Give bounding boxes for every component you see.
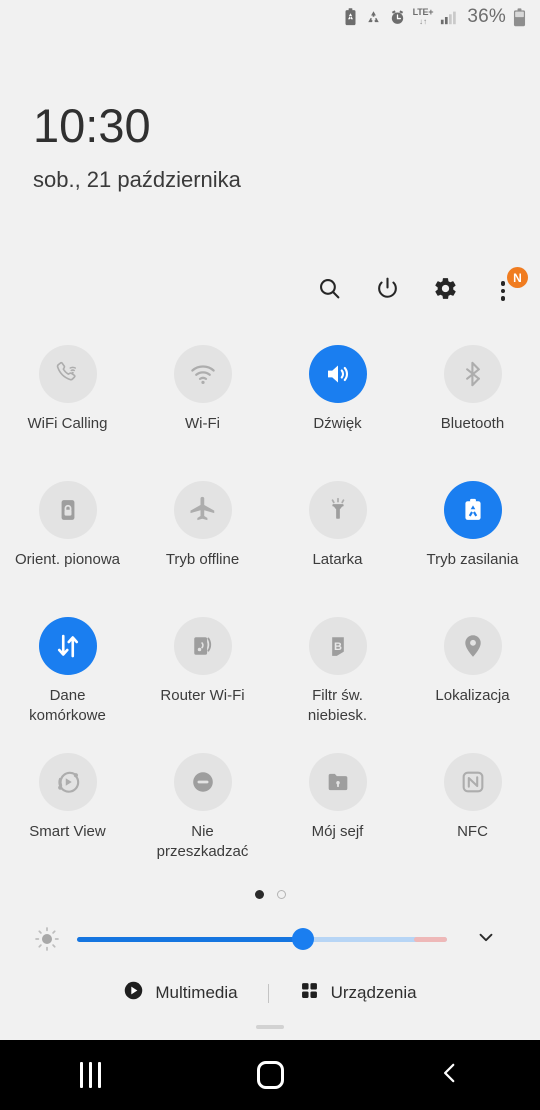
- settings-button[interactable]: [430, 276, 460, 306]
- tile-wifi-calling[interactable]: WiFi Calling: [0, 345, 135, 481]
- tile-label: Orient. pionowa: [14, 551, 121, 568]
- tile-rotation-lock[interactable]: Orient. pionowa: [0, 481, 135, 617]
- do-not-disturb-icon: [173, 753, 232, 811]
- tile-sound[interactable]: Dźwięk: [270, 345, 405, 481]
- brightness-slider[interactable]: [77, 928, 447, 950]
- devices-label: Urządzenia: [330, 983, 417, 1002]
- tile-label: Bluetooth: [440, 415, 505, 432]
- home-button[interactable]: [235, 1040, 305, 1110]
- tile-power-mode[interactable]: Tryb zasilania: [405, 481, 540, 617]
- quick-settings-grid: WiFi Calling Wi-Fi Dźwięk Bluetooth Orie…: [0, 345, 540, 889]
- slider-thumb[interactable]: [291, 928, 314, 950]
- battery-icon: [513, 7, 526, 27]
- wifi-icon: [173, 345, 232, 403]
- power-icon: [375, 276, 400, 306]
- search-button[interactable]: [314, 276, 344, 306]
- tile-hotspot[interactable]: Router Wi-Fi: [135, 617, 270, 753]
- brightness-row: [0, 920, 540, 958]
- clock-date: sob., 21 października: [33, 167, 241, 192]
- tile-location[interactable]: Lokalizacja: [405, 617, 540, 753]
- tile-do-not-disturb[interactable]: Nie przeszkadzać: [135, 753, 270, 889]
- tile-label: Router Wi-Fi: [160, 687, 245, 704]
- recents-icon: [79, 1062, 101, 1088]
- page-dot-active[interactable]: [254, 890, 264, 899]
- tile-smart-view[interactable]: Smart View: [0, 753, 135, 889]
- tile-label: Dane komórkowe: [29, 687, 106, 724]
- tile-label: Filtr św. niebiesk.: [307, 687, 368, 724]
- status-bar: LTE+ ↓↑ 36%: [0, 0, 540, 34]
- nfc-icon: [443, 753, 502, 811]
- phone-screen: LTE+ ↓↑ 36% 10:30 sob., 21 października: [0, 0, 540, 1110]
- clock-time: 10:30: [33, 99, 151, 152]
- devices-button[interactable]: Urządzenia: [291, 976, 425, 1010]
- tile-nfc[interactable]: NFC: [405, 753, 540, 889]
- home-icon: [256, 1061, 284, 1089]
- three-dots-icon: [500, 281, 506, 301]
- header-actions: N: [314, 267, 528, 306]
- slider-warn-zone: [413, 937, 447, 942]
- flashlight-icon: [308, 481, 367, 539]
- tile-mobile-data[interactable]: Dane komórkowe: [0, 617, 135, 753]
- tile-blue-light-filter[interactable]: B Filtr św. niebiesk.: [270, 617, 405, 753]
- tile-wifi[interactable]: Wi-Fi: [135, 345, 270, 481]
- chevron-down-icon: [475, 926, 497, 953]
- media-button[interactable]: Multimedia: [115, 976, 245, 1010]
- tile-airplane-mode[interactable]: Tryb offline: [135, 481, 270, 617]
- tile-label: WiFi Calling: [27, 415, 108, 432]
- panel-footer: Multimedia Urządzenia: [0, 974, 540, 1012]
- sound-icon: [308, 345, 367, 403]
- page-dot[interactable]: [276, 890, 286, 899]
- signal-bars-icon: [440, 9, 458, 25]
- page-indicator: [0, 890, 540, 899]
- grid-dots-icon: [299, 980, 320, 1006]
- tile-label: Mój sejf: [311, 823, 364, 840]
- lte-plus-icon: LTE+ ↓↑: [412, 7, 434, 26]
- tile-label: Lokalizacja: [435, 687, 510, 704]
- power-button[interactable]: [372, 276, 402, 306]
- power-mode-icon: [443, 481, 502, 539]
- search-icon: [317, 276, 342, 306]
- back-icon: [437, 1060, 463, 1091]
- tile-label: NFC: [457, 823, 488, 840]
- status-badge: N: [507, 267, 528, 288]
- media-label: Multimedia: [155, 983, 238, 1002]
- panel-drag-handle[interactable]: [256, 1025, 284, 1029]
- smart-view-icon: [38, 753, 97, 811]
- hotspot-icon: [173, 617, 232, 675]
- recycle-icon: [365, 9, 382, 26]
- tile-label: Smart View: [29, 823, 106, 840]
- svg-text:B: B: [333, 641, 341, 653]
- airplane-icon: [173, 481, 232, 539]
- bluetooth-icon: [443, 345, 502, 403]
- quick-settings-panel: LTE+ ↓↑ 36% 10:30 sob., 21 października: [0, 0, 540, 1040]
- tile-secure-folder[interactable]: Mój sejf: [270, 753, 405, 889]
- gear-icon: [433, 276, 458, 306]
- tile-flashlight[interactable]: Latarka: [270, 481, 405, 617]
- secure-folder-icon: [308, 753, 367, 811]
- tile-label: Tryb zasilania: [426, 551, 519, 568]
- tile-label: Dźwięk: [313, 415, 362, 432]
- tile-label: Latarka: [312, 551, 363, 568]
- recents-button[interactable]: [55, 1040, 125, 1110]
- slider-fill: [77, 937, 303, 942]
- back-button[interactable]: [415, 1040, 485, 1110]
- tile-bluetooth[interactable]: Bluetooth: [405, 345, 540, 481]
- blue-light-icon: B: [308, 617, 367, 675]
- expand-button[interactable]: [471, 924, 501, 954]
- location-pin-icon: [443, 617, 502, 675]
- brightness-sun-icon: [31, 923, 63, 955]
- footer-separator: [267, 983, 269, 1003]
- navigation-bar: [0, 1040, 540, 1110]
- play-circle-icon: [123, 980, 144, 1006]
- tile-label: Wi-Fi: [185, 415, 220, 432]
- power-saving-battery-icon: [343, 8, 358, 26]
- battery-percent-label: 36%: [467, 6, 506, 27]
- tile-label: Nie przeszkadzać: [156, 823, 249, 860]
- tile-label: Tryb offline: [165, 551, 240, 568]
- alarm-icon: [389, 9, 406, 26]
- more-options-button[interactable]: N: [488, 267, 528, 306]
- mobile-data-icon: [38, 617, 97, 675]
- wifi-calling-icon: [38, 345, 97, 403]
- rotation-lock-icon: [38, 481, 97, 539]
